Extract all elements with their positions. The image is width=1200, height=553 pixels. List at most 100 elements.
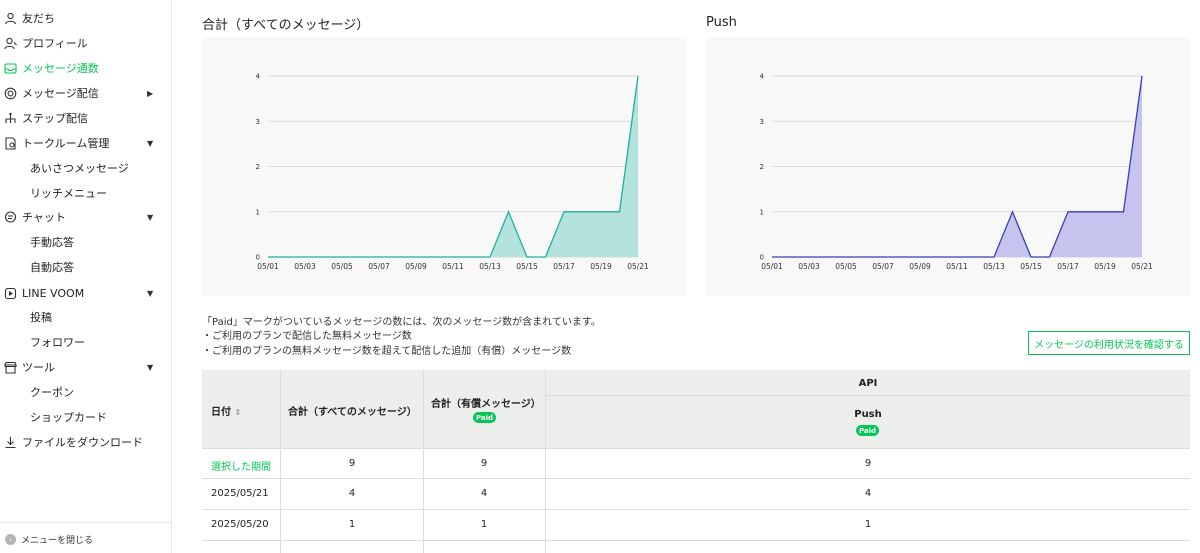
x-tick-label: 05/17 [553,262,575,271]
sidebar-item-label: ステップ配信 [22,112,88,125]
table-cell-date: 2025/05/21 [211,488,269,499]
sidebar-item-coupon[interactable]: クーポン [0,380,171,404]
chart-title-push: Push [706,15,737,30]
x-tick-label: 05/01 [257,262,279,271]
date-header-label: 日付 [211,407,231,418]
sidebar-item-label: チャット [22,211,66,224]
sidebar-item-label: ツール [22,361,55,374]
table-cell-paid: 9 [480,458,488,469]
sidebar-item-profile[interactable]: プロフィール [0,31,171,55]
y-tick-label: 1 [256,208,260,216]
table-cell-paid: 1 [480,519,488,530]
chevron-right-icon: ▶ [147,88,154,98]
table-divider [423,370,424,553]
table-divider [545,395,1190,396]
table-cell-push: 1 [864,519,872,530]
sidebar-item-label: トークルーム管理 [22,137,110,150]
sidebar-item-label: ファイルをダウンロード [22,436,143,449]
chart-push: 0 1 2 3 4 05/01 05/03 05/05 05/07 05/09 05/11 05/13… [760,73,1153,272]
sidebar-item-tools[interactable]: ツール ▼ [0,355,171,379]
sidebar-item-rich-menu[interactable]: リッチメニュー [0,181,171,205]
sidebar-item-chat[interactable]: チャット ▼ [0,205,171,229]
x-tick-label: 05/13 [479,262,501,271]
sidebar-item-label: ショップカード [30,411,107,424]
table-cell-total: 4 [348,488,356,499]
paid-note-line3: ・ご利用のプランの無料メッセージ数を超えて配信した追加（有償）メッセージ数 [202,346,572,357]
api-column-header: API [858,378,878,389]
chart-total: 0 1 2 3 4 05/01 05/03 05/05 05/07 05/09 05/11 05/13… [256,73,649,272]
profile-icon [4,37,17,50]
download-icon [4,436,17,449]
x-tick-label: 05/15 [1020,262,1042,271]
table-cell-push: 4 [864,488,872,499]
chat-icon [4,210,17,224]
x-tick-label: 05/17 [1057,262,1079,271]
collapse-menu-button[interactable]: ‹ メニューを閉じる [0,522,171,553]
chart-panel-push: 0 1 2 3 4 05/01 05/03 05/05 05/07 05/09 05/11 05/13… [706,37,1190,296]
y-tick-label: 4 [760,73,765,81]
y-tick-label: 0 [760,254,764,262]
y-tick-label: 0 [256,254,260,262]
chart-panel-total: 0 1 2 3 4 05/01 05/03 05/05 05/07 05/09 05/11 05/13… [202,37,687,296]
sidebar-item-line-voom[interactable]: LINE VOOM ▼ [0,281,171,305]
x-tick-label: 05/19 [590,262,612,271]
x-tick-label: 05/01 [761,262,783,271]
sidebar-item-label: 手動応答 [30,236,74,249]
sidebar-item-friends[interactable]: 友だち [0,6,171,30]
x-tick-label: 05/09 [909,262,931,271]
voom-icon [4,287,17,300]
table-divider [202,448,1190,449]
table-divider [280,370,281,553]
x-tick-label: 05/19 [1094,262,1116,271]
table-cell-date: 2025/05/20 [211,519,269,530]
table-divider [202,509,1190,510]
x-tick-label: 05/21 [1131,262,1153,271]
x-tick-label: 05/03 [294,262,316,271]
chevron-left-icon: ‹ [5,534,16,545]
sidebar-item-label: 自動応答 [30,261,74,274]
x-tick-label: 05/11 [946,262,968,271]
paid-badge: Paid [473,412,496,423]
friends-icon [4,12,17,25]
chevron-down-icon: ▼ [147,138,154,148]
sidebar-item-label: フォロワー [30,336,85,349]
main-content: 合計（すべてのメッセージ） Push 0 1 2 3 4 05/01 05/03 05/05 0… [172,0,1200,553]
paid-total-column-header: 合計（有償メッセージ） [431,399,541,410]
selected-period-link[interactable]: 選択した期間 [211,458,271,473]
sidebar-item-label: メッセージ通数 [22,62,99,75]
sidebar-item-label: 投稿 [30,311,52,324]
sidebar-item-manual-reply[interactable]: 手動応答 [0,230,171,254]
sidebar-item-download[interactable]: ファイルをダウンロード [0,430,171,454]
x-tick-label: 05/07 [872,262,894,271]
x-tick-label: 05/05 [331,262,353,271]
table-divider [202,540,1190,541]
sidebar: 友だち プロフィール メッセージ通数 メッセージ配信 ▶ ステップ配信 トークル… [0,0,172,553]
date-column-header[interactable]: 日付 ⇕ [211,403,241,418]
sidebar-item-broadcast[interactable]: メッセージ配信 ▶ [0,81,171,105]
sidebar-item-message-count[interactable]: メッセージ通数 [0,56,171,80]
x-tick-label: 05/03 [798,262,820,271]
sidebar-item-auto-reply[interactable]: 自動応答 [0,255,171,279]
sidebar-item-followers[interactable]: フォロワー [0,330,171,354]
table-cell-paid: 4 [480,488,488,499]
message-count-icon [4,62,17,75]
talkroom-icon [4,136,17,150]
sidebar-item-step[interactable]: ステップ配信 [0,106,171,130]
x-tick-label: 05/15 [516,262,538,271]
total-column-header: 合計（すべてのメッセージ） [288,407,417,418]
chevron-down-icon: ▼ [147,288,154,298]
broadcast-icon [4,87,17,100]
sidebar-item-shop-card[interactable]: ショップカード [0,405,171,429]
y-tick-label: 1 [760,208,764,216]
x-tick-label: 05/05 [835,262,857,271]
collapse-menu-label: メニューを閉じる [21,536,94,546]
sidebar-item-label: クーポン [30,386,74,399]
sidebar-item-greeting[interactable]: あいさつメッセージ [0,156,171,180]
sidebar-item-label: あいさつメッセージ [30,162,129,175]
check-usage-button[interactable]: メッセージの利用状況を確認する [1028,331,1190,355]
table-cell-total: 9 [348,458,356,469]
sidebar-item-posts[interactable]: 投稿 [0,305,171,329]
y-tick-label: 2 [760,163,764,171]
sidebar-item-talkroom[interactable]: トークルーム管理 ▼ [0,131,171,155]
paid-note-line2: ・ご利用のプランで配信した無料メッセージ数 [202,331,412,342]
